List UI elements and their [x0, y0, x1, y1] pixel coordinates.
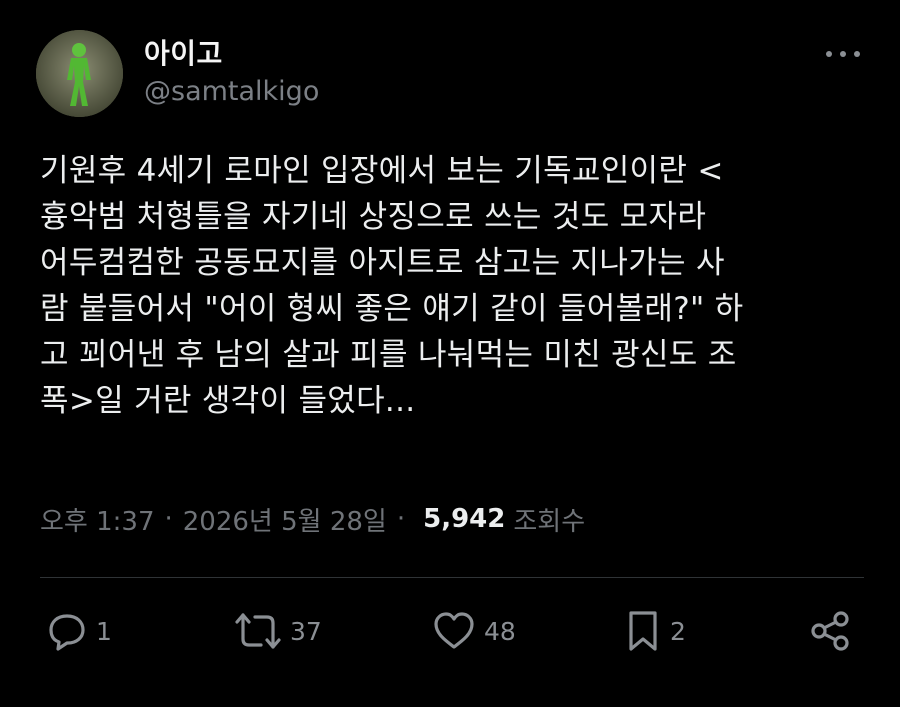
tweet-text-line: 람 붙들어서 "어이 형씨 좋은 얘기 같이 들어볼래?" 하 — [40, 291, 744, 327]
repost-button[interactable]: 37 — [234, 608, 322, 654]
reply-icon — [49, 614, 85, 651]
avatar-image — [36, 30, 123, 117]
tweet-text-line: 어두컴컴한 공동묘지를 아지트로 삼고는 지나가는 사 — [40, 245, 725, 281]
tweet-text-line: 기원후 4세기 로마인 입장에서 보는 기독교인이란 < — [40, 153, 724, 189]
tweet-text: 기원후 4세기 로마인 입장에서 보는 기독교인이란 < 흉악범 처형틀을 자기… — [40, 148, 870, 424]
tweet-meta: 오후 1:37 · 2026년 5월 28일 · 5,942 조회수 — [40, 499, 585, 539]
display-name[interactable]: 아이고 — [144, 32, 223, 72]
share-icon — [811, 611, 849, 651]
views-label: 조회수 — [513, 506, 586, 537]
share-button[interactable] — [808, 608, 852, 654]
reply-count: 1 — [96, 616, 112, 646]
meta-separator: · — [164, 504, 173, 534]
repost-icon — [235, 613, 281, 649]
heart-icon — [434, 612, 474, 649]
avatar[interactable] — [36, 30, 123, 117]
tweet-text-line: 흉악범 처형틀을 자기네 상징으로 쓰는 것도 모자라 — [40, 199, 707, 235]
post-date[interactable]: 2026년 5월 28일 — [183, 501, 387, 538]
bookmark-count: 2 — [670, 616, 686, 646]
meta-separator: · — [396, 504, 406, 534]
tweet-header: 아이고 @samtalkigo — [36, 30, 864, 120]
action-bar: 1 37 48 2 — [46, 608, 866, 654]
tweet-text-line: 고 꾀어낸 후 남의 살과 피를 나눠먹는 미친 광신도 조 — [40, 337, 737, 373]
bookmark-button[interactable]: 2 — [624, 608, 686, 654]
bookmark-icon — [629, 611, 657, 651]
like-button[interactable]: 48 — [432, 608, 516, 654]
divider — [40, 577, 864, 578]
like-count: 48 — [484, 616, 516, 646]
user-handle[interactable]: @samtalkigo — [144, 76, 319, 107]
post-time[interactable]: 오후 1:37 — [40, 501, 155, 538]
more-options-icon[interactable] — [826, 44, 860, 64]
repost-count: 37 — [290, 616, 322, 646]
tweet-text-line: 폭>일 거란 생각이 들었다... — [40, 383, 416, 419]
reply-button[interactable]: 1 — [46, 608, 112, 654]
views-count: 5,942 — [423, 504, 506, 534]
tweet-detail: 아이고 @samtalkigo 기원후 4세기 로마인 입장에서 보는 기독교인… — [0, 0, 900, 707]
